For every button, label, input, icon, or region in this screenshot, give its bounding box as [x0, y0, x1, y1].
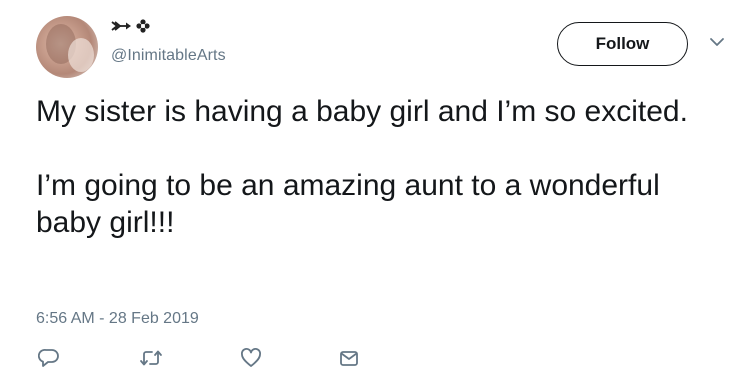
tweet-text: My sister is having a baby girl and I’m …: [36, 93, 716, 241]
user-handle[interactable]: @InimitableArts: [111, 47, 226, 65]
tweet-paragraph: My sister is having a baby girl and I’m …: [36, 95, 688, 128]
display-name[interactable]: [111, 17, 150, 35]
reply-icon: [38, 349, 59, 367]
message-icon: [340, 351, 358, 366]
chevron-down-icon[interactable]: [709, 36, 725, 48]
follow-button[interactable]: Follow: [557, 22, 688, 66]
message-button[interactable]: [336, 345, 362, 371]
tweet-card: @InimitableArts Follow My sister is havi…: [0, 0, 746, 382]
tweet-actions: [36, 345, 366, 371]
retweet-button[interactable]: [138, 345, 164, 371]
tweet-timestamp[interactable]: 6:56 AM - 28 Feb 2019: [36, 310, 199, 328]
arrow-emoji-icon: [111, 21, 131, 31]
like-icon: [241, 348, 261, 367]
flower-emoji-icon: [136, 19, 150, 33]
retweet-icon: [140, 350, 162, 366]
tweet-paragraph: I’m going to be an amazing aunt to a won…: [36, 169, 660, 239]
avatar-photo-highlight: [68, 38, 94, 72]
reply-button[interactable]: [36, 345, 62, 371]
like-button[interactable]: [238, 345, 264, 371]
avatar[interactable]: [36, 16, 98, 78]
